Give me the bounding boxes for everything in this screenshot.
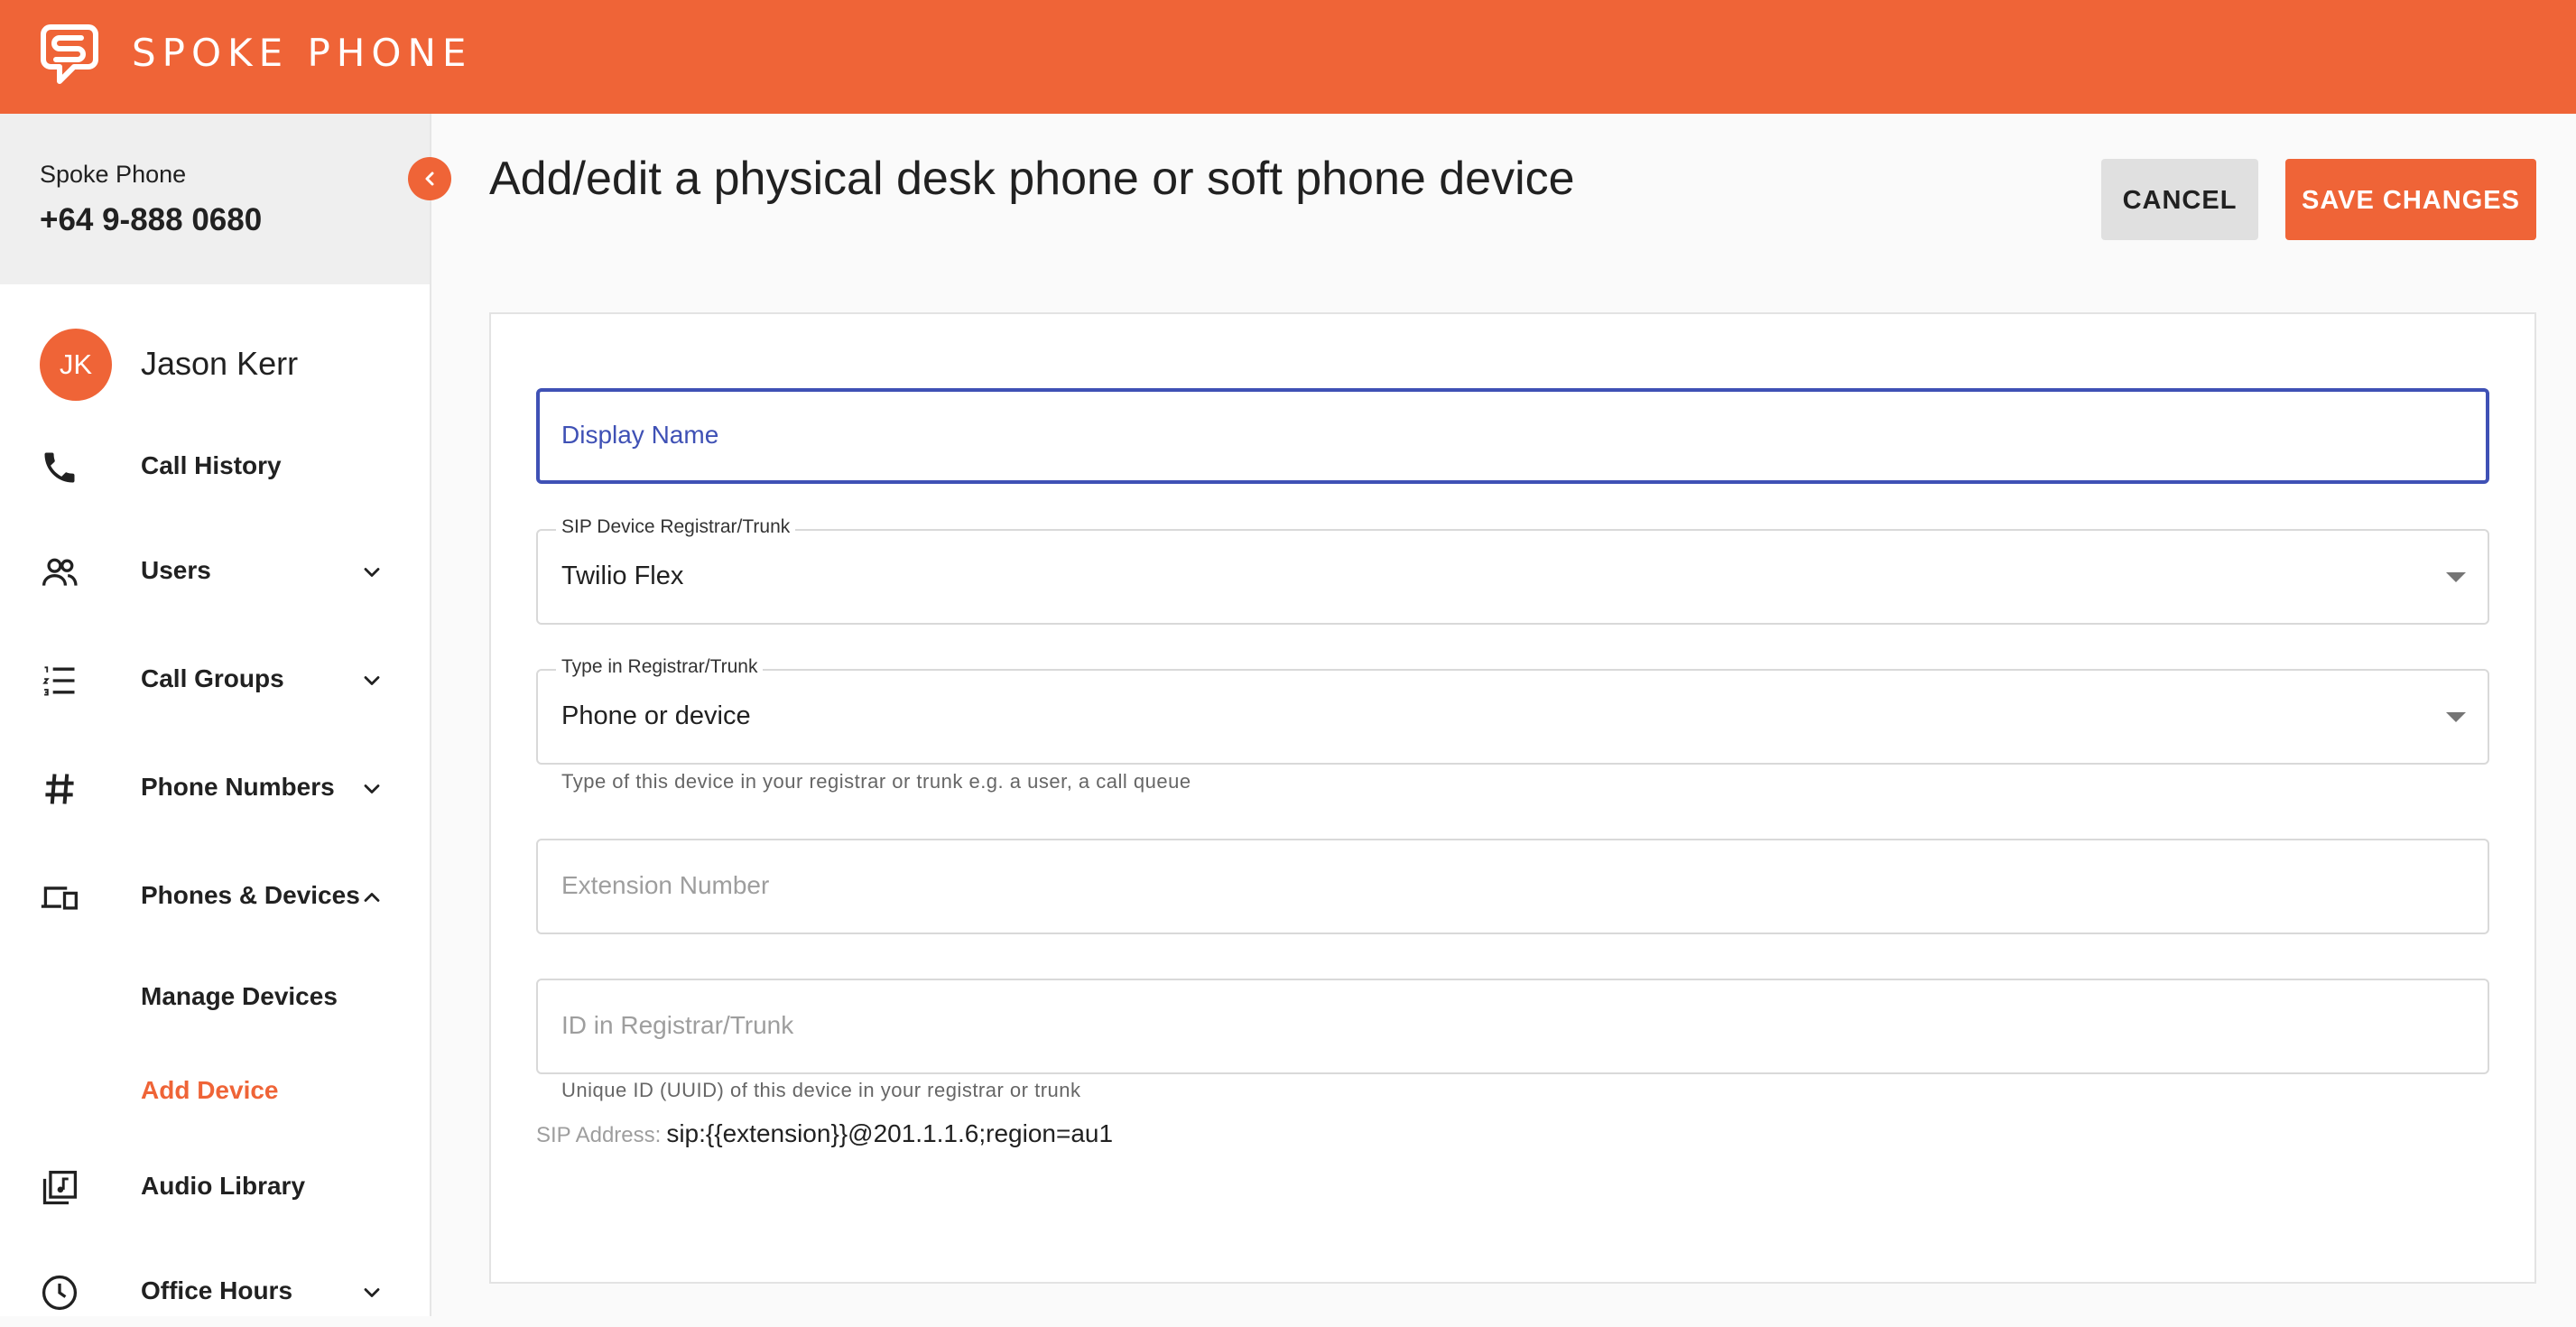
sidebar-item-users[interactable]: Users xyxy=(0,534,430,607)
sidebar-item-phones-devices[interactable]: Phones & Devices xyxy=(0,859,430,932)
clock-icon xyxy=(42,1275,78,1311)
top-bar: SPOKE PHONE xyxy=(0,0,2576,114)
collapse-sidebar-button[interactable] xyxy=(408,157,451,200)
extension-number-field[interactable]: Extension Number xyxy=(536,839,2489,934)
registrar-id-placeholder: ID in Registrar/Trunk xyxy=(561,1011,794,1039)
sidebar-item-phone-numbers[interactable]: Phone Numbers xyxy=(0,751,430,823)
dropdown-arrow-icon xyxy=(2446,712,2466,722)
dropdown-arrow-icon xyxy=(2446,572,2466,582)
account-name: Spoke Phone xyxy=(40,161,187,188)
cancel-button[interactable]: CANCEL xyxy=(2101,159,2258,240)
sidebar-subitem-add-device[interactable]: Add Device xyxy=(141,1076,279,1105)
account-phone-number: +64 9-888 0680 xyxy=(40,202,263,237)
avatar[interactable]: JK xyxy=(40,329,112,401)
users-icon xyxy=(42,558,78,586)
chevron-left-icon xyxy=(425,172,434,186)
devices-icon xyxy=(41,886,78,910)
registrar-trunk-select[interactable]: SIP Device Registrar/Trunk Twilio Flex xyxy=(536,516,2489,625)
sidebar-item-label: Users xyxy=(141,556,211,584)
chevron-down-icon xyxy=(364,1288,380,1297)
registrar-id-field[interactable]: ID in Registrar/Trunk xyxy=(536,979,2489,1074)
sidebar-item-label: Phones & Devices xyxy=(141,881,360,909)
phone-icon xyxy=(44,452,75,483)
sidebar-item-label: Office Hours xyxy=(141,1276,293,1304)
registrar-type-value: Phone or device xyxy=(561,701,751,730)
page-title: Add/edit a physical desk phone or soft p… xyxy=(489,153,1575,205)
sip-address: SIP Address: sip:{{extension}}@201.1.1.6;… xyxy=(536,1119,1113,1148)
registrar-type-helper-text: Type of this device in your registrar or… xyxy=(561,770,1191,793)
sip-address-label: SIP Address: xyxy=(536,1123,662,1147)
chevron-down-icon xyxy=(364,676,380,685)
music-library-icon xyxy=(42,1170,78,1205)
registrar-trunk-value: Twilio Flex xyxy=(561,561,684,590)
account-panel: Spoke Phone +64 9-888 0680 xyxy=(0,114,430,284)
speech-bubble-s-icon xyxy=(41,24,98,84)
registrar-type-select[interactable]: Type in Registrar/Trunk Phone or device xyxy=(536,656,2489,765)
sidebar-item-label: Audio Library xyxy=(141,1172,306,1200)
display-name-field[interactable]: Display Name xyxy=(536,388,2489,484)
chevron-up-icon xyxy=(364,893,380,902)
sip-address-value: sip:{{extension}}@201.1.1.6;region=au1 xyxy=(666,1119,1114,1147)
sidebar: Spoke Phone +64 9-888 0680 xyxy=(0,114,431,1316)
registrar-id-helper-text: Unique ID (UUID) of this device in your … xyxy=(561,1079,1081,1101)
brand-name: SPOKE PHONE xyxy=(132,31,473,75)
numbered-list-icon xyxy=(42,666,75,696)
sidebar-item-call-history[interactable]: Call History xyxy=(0,430,430,502)
sidebar-item-label: Phone Numbers xyxy=(141,773,335,801)
sidebar-item-label: Call History xyxy=(141,451,282,479)
sidebar-item-label: Call Groups xyxy=(141,664,284,692)
sidebar-item-office-hours[interactable]: Office Hours xyxy=(0,1255,430,1327)
save-changes-button[interactable]: SAVE CHANGES xyxy=(2285,159,2536,240)
chevron-down-icon xyxy=(364,784,380,793)
registrar-type-label: Type in Registrar/Trunk xyxy=(556,656,764,678)
hash-icon xyxy=(45,774,74,804)
display-name-placeholder: Display Name xyxy=(561,421,719,449)
user-name[interactable]: Jason Kerr xyxy=(141,345,298,383)
sidebar-subitem-manage-devices[interactable]: Manage Devices xyxy=(141,982,338,1011)
sidebar-item-audio-library[interactable]: Audio Library xyxy=(0,1150,430,1222)
extension-number-placeholder: Extension Number xyxy=(561,871,770,899)
chevron-down-icon xyxy=(364,568,380,577)
sidebar-item-call-groups[interactable]: Call Groups xyxy=(0,643,430,715)
registrar-trunk-label: SIP Device Registrar/Trunk xyxy=(556,516,796,538)
